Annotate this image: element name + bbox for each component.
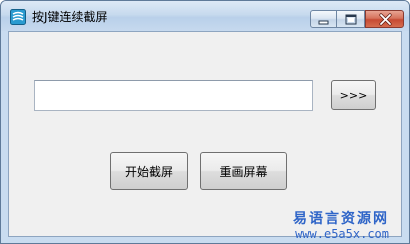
title-bar[interactable]: 按J键连续截屏 (1, 1, 409, 31)
minimize-button[interactable] (310, 10, 337, 28)
watermark-name: 易语言资源网 (293, 211, 389, 227)
start-capture-button[interactable]: 开始截屏 (110, 152, 188, 190)
app-logo-icon (10, 9, 26, 25)
watermark-url: www.e5a5x.com (295, 227, 389, 241)
text-input[interactable] (34, 80, 313, 111)
app-window: 按J键连续截屏 >>> 开始截屏 重画屏幕 易语言资源网 www.e5a5x.c (0, 0, 410, 244)
window-title: 按J键连续截屏 (32, 10, 108, 24)
redraw-screen-button[interactable]: 重画屏幕 (200, 152, 287, 190)
maximize-icon (345, 14, 357, 25)
minimize-icon (318, 20, 329, 25)
maximize-button[interactable] (337, 10, 365, 28)
go-button[interactable]: >>> (331, 80, 376, 110)
client-area: >>> 开始截屏 重画屏幕 易语言资源网 www.e5a5x.com (8, 31, 402, 241)
close-button[interactable] (365, 10, 404, 28)
close-icon (379, 13, 392, 26)
